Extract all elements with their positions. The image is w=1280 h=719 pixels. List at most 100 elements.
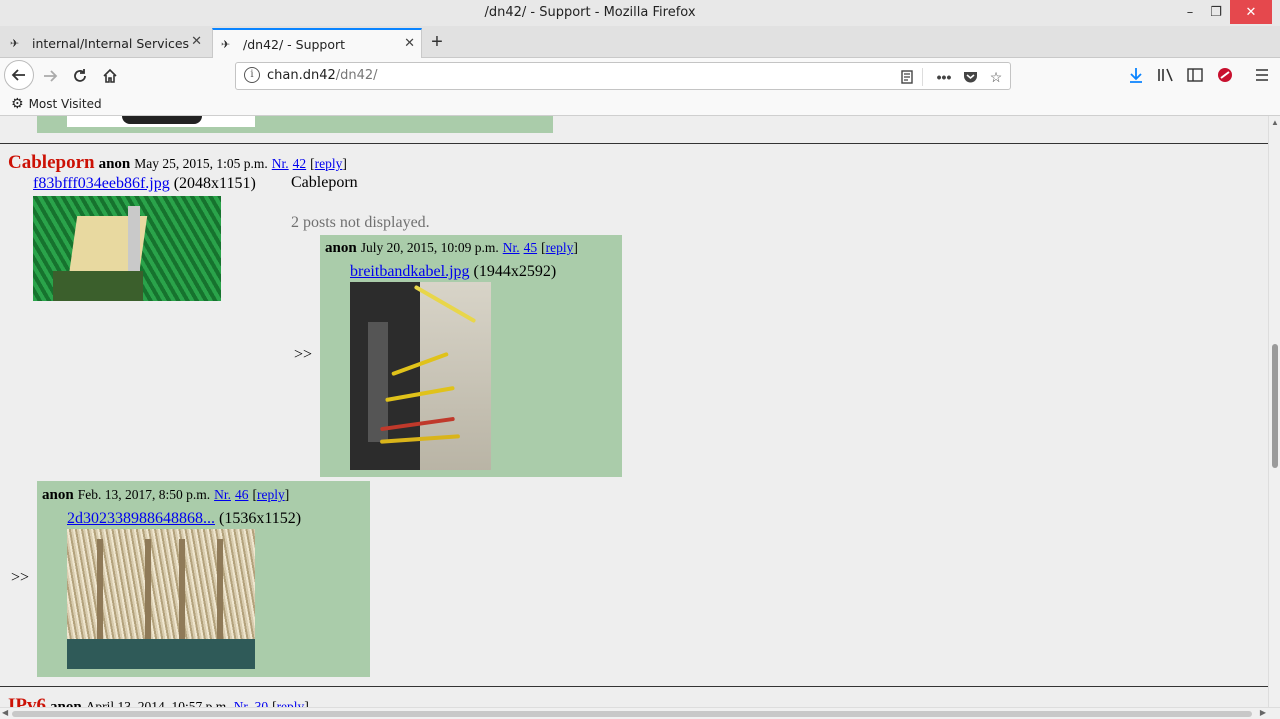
page-content: Cableporn anon May 25, 2015, 1:05 p.m. N… [0, 116, 1268, 707]
window-title: /dn42/ - Support - Mozilla Firefox [484, 5, 696, 20]
thread-subject: IPv6 [8, 695, 46, 707]
cable-room-thumbnail[interactable] [67, 529, 255, 669]
new-tab-button[interactable]: + [424, 28, 450, 56]
navigation-toolbar: i chan.dn42/dn42/ ••• ☆ [0, 58, 1280, 94]
tab-internal-services[interactable]: ✈ internal/Internal Services ✕ [4, 28, 208, 58]
extension-icon[interactable] [1213, 63, 1237, 87]
file-link[interactable]: f83bfff034eeb86f.jpg [33, 175, 170, 192]
breitbandkabel-thumbnail[interactable] [350, 282, 491, 470]
scroll-right-icon[interactable]: ▶ [1260, 708, 1266, 717]
vertical-scroll-thumb[interactable] [1272, 344, 1278, 468]
bookmarks-toolbar: ⚙ Most Visited [0, 94, 1280, 116]
scroll-left-icon[interactable]: ◀ [2, 708, 8, 717]
thread-subject: Cableporn [8, 152, 95, 173]
bracket: ] [573, 240, 578, 255]
thread-header: IPv6 anon April 13, 2014, 10:57 p.m. Nr.… [8, 695, 309, 707]
url-divider [922, 68, 923, 86]
page-actions-icon[interactable]: ••• [933, 66, 955, 88]
previous-post-fragment [37, 116, 553, 133]
post-number-link[interactable]: 30 [255, 699, 269, 707]
reply-link[interactable]: reply [257, 487, 285, 502]
post-date: Feb. 13, 2017, 8:50 p.m. [77, 487, 211, 502]
file-info: 2d302338988648868... (1536x1152) [67, 510, 301, 528]
file-link[interactable]: breitbandkabel.jpg [350, 263, 470, 280]
thread-header: Cableporn anon May 25, 2015, 1:05 p.m. N… [8, 152, 347, 174]
post-nr-link[interactable]: Nr. [214, 487, 231, 502]
tab-strip: ✈ internal/Internal Services ✕ ✈ /dn42/ … [0, 26, 1280, 58]
pocket-icon[interactable] [959, 66, 981, 88]
reply-arrow: >> [11, 569, 30, 586]
back-icon [11, 69, 25, 81]
file-dimensions: (2048x1151) [173, 175, 256, 192]
dn42-favicon-icon: ✈ [10, 36, 20, 50]
reply-arrow: >> [294, 346, 313, 363]
post-message: Cableporn [291, 174, 358, 191]
horizontal-scroll-thumb[interactable] [12, 711, 1252, 717]
post-nr-link[interactable]: Nr. [503, 240, 520, 255]
forward-icon [44, 70, 58, 82]
poster-name: anon [98, 156, 131, 172]
scroll-up-icon[interactable]: ▲ [1271, 118, 1279, 127]
reply-post: anon Feb. 13, 2017, 8:50 p.m. Nr. 46 [re… [37, 481, 370, 677]
tab-label: /dn42/ - Support [243, 36, 346, 52]
bracket: ] [284, 487, 290, 502]
thread-separator [0, 143, 1268, 144]
reply-link[interactable]: reply [546, 240, 574, 255]
reload-icon [74, 69, 86, 82]
menu-icon[interactable] [1250, 63, 1274, 87]
downloads-icon[interactable] [1124, 63, 1148, 87]
poster-name: anon [50, 699, 82, 707]
poster-name: anon [42, 487, 74, 503]
bracket: ] [304, 699, 309, 707]
tab-label: internal/Internal Services [32, 35, 190, 51]
window-titlebar: /dn42/ - Support - Mozilla Firefox – ❐ ✕ [0, 0, 1280, 26]
vertical-scrollbar[interactable]: ▲ [1268, 116, 1280, 707]
url-text[interactable]: chan.dn42/dn42/ [267, 68, 378, 83]
post-number-link[interactable]: 46 [235, 487, 249, 502]
library-icon[interactable] [1154, 63, 1178, 87]
bookmark-label: Most Visited [28, 97, 102, 111]
bookmark-star-icon[interactable]: ☆ [985, 66, 1007, 88]
omitted-posts-notice: 2 posts not displayed. [291, 214, 430, 231]
post-date: July 20, 2015, 10:09 p.m. [360, 240, 499, 255]
file-dimensions: (1536x1152) [219, 510, 302, 527]
url-host: chan.dn42 [267, 68, 336, 83]
post-number-link[interactable]: 42 [293, 156, 307, 171]
reply-post: anon July 20, 2015, 10:09 p.m. Nr. 45 [r… [320, 235, 622, 477]
file-link[interactable]: 2d302338988648868... [67, 510, 215, 527]
url-bar[interactable]: i chan.dn42/dn42/ ••• ☆ [235, 62, 1011, 90]
reply-link[interactable]: reply [277, 699, 305, 707]
post-nr-link[interactable]: Nr. [272, 156, 289, 171]
reload-button[interactable] [66, 62, 94, 90]
previous-thumbnail[interactable] [67, 116, 255, 127]
gear-icon: ⚙ [11, 96, 24, 112]
back-button[interactable] [4, 60, 34, 90]
post-nr-link[interactable]: Nr. [234, 699, 251, 707]
reply-link[interactable]: reply [315, 156, 343, 171]
close-window-button[interactable]: ✕ [1230, 0, 1272, 24]
reply-header: anon Feb. 13, 2017, 8:50 p.m. Nr. 46 [re… [42, 486, 289, 504]
sidebar-icon[interactable] [1183, 63, 1207, 87]
home-button[interactable] [96, 62, 124, 90]
tab-close-icon[interactable]: ✕ [191, 34, 202, 49]
file-info: breitbandkabel.jpg (1944x2592) [350, 263, 556, 281]
file-info: f83bfff034eeb86f.jpg (2048x1151) [33, 175, 256, 193]
post-date: April 13, 2014, 10:57 p.m. [85, 699, 230, 707]
forward-button[interactable] [36, 62, 64, 90]
tab-close-icon[interactable]: ✕ [404, 36, 415, 51]
site-info-icon[interactable]: i [244, 67, 260, 83]
post-number-link[interactable]: 45 [524, 240, 538, 255]
cableporn-thumbnail[interactable] [33, 196, 221, 301]
home-icon [103, 68, 117, 83]
bookmark-most-visited[interactable]: ⚙ Most Visited [11, 96, 102, 112]
post-date: May 25, 2015, 1:05 p.m. [134, 156, 268, 171]
reader-view-icon[interactable] [896, 66, 918, 88]
thread-separator [0, 686, 1268, 687]
poster-name: anon [325, 240, 357, 256]
reply-header: anon July 20, 2015, 10:09 p.m. Nr. 45 [r… [325, 239, 578, 257]
url-path: /dn42/ [335, 68, 378, 83]
horizontal-scrollbar[interactable]: ◀ ▶ [0, 707, 1280, 719]
dn42-favicon-icon: ✈ [221, 37, 231, 51]
maximize-button[interactable]: ❐ [1198, 0, 1234, 24]
tab-dn42-support[interactable]: ✈ /dn42/ - Support ✕ [212, 28, 422, 58]
